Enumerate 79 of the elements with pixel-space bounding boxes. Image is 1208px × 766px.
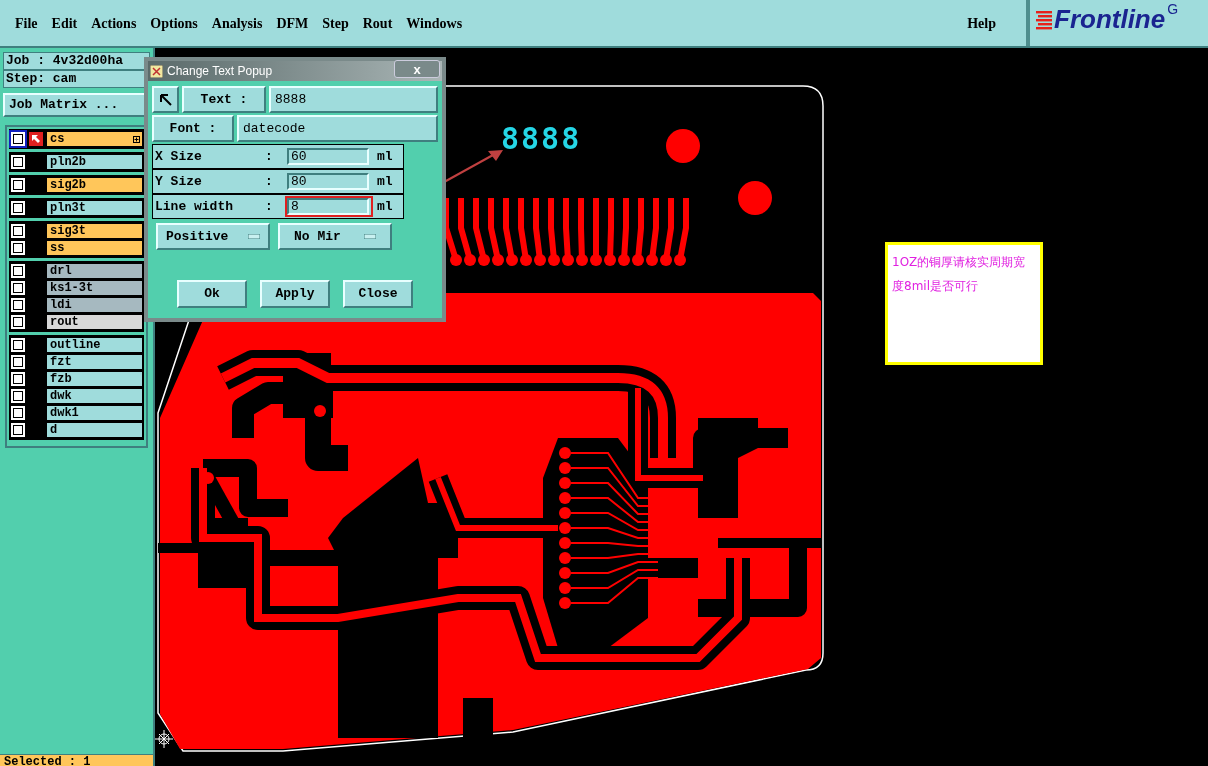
layer-name[interactable]: fzt: [47, 355, 142, 369]
menu-item[interactable]: Actions: [91, 12, 137, 34]
window-close-button[interactable]: x: [394, 60, 440, 78]
layer-checkbox[interactable]: [11, 201, 25, 215]
menu-item[interactable]: Analysis: [211, 12, 263, 34]
layer-checkbox[interactable]: [11, 423, 25, 437]
layer-name[interactable]: rout: [47, 315, 142, 329]
layer-name[interactable]: ldi: [47, 298, 142, 312]
unit-label: ml: [377, 172, 393, 191]
layer-checkbox[interactable]: [11, 224, 25, 238]
size-input-field[interactable]: 80: [287, 173, 369, 190]
menu-item[interactable]: Edit: [51, 12, 78, 34]
field-label: X Size: [155, 147, 203, 166]
menu-item[interactable]: Step: [322, 12, 349, 34]
field-label: Line width: [155, 197, 234, 216]
menu-item[interactable]: DFM: [276, 12, 309, 34]
expand-icon[interactable]: [133, 135, 140, 143]
layer-name[interactable]: dwk1: [47, 406, 142, 420]
layer-name[interactable]: cs: [47, 132, 142, 146]
logo-corner-text: G: [1167, 2, 1179, 16]
unit-label: ml: [377, 197, 393, 216]
layer-checkbox[interactable]: [11, 315, 25, 329]
field-colon: :: [265, 172, 274, 191]
field-label: Y Size: [155, 172, 203, 191]
layer-checkbox[interactable]: [11, 389, 25, 403]
unit-label: ml: [377, 147, 393, 166]
dialog-button[interactable]: Apply: [260, 280, 330, 308]
layer-name[interactable]: d: [47, 423, 142, 437]
size-input-field[interactable]: 8: [287, 198, 369, 215]
layer-checkbox[interactable]: [11, 155, 25, 169]
layer-checkbox[interactable]: [11, 298, 25, 312]
layer-name[interactable]: pln3t: [47, 201, 142, 215]
option-indicator-icon: [364, 234, 376, 239]
menu-item[interactable]: Rout: [362, 12, 393, 34]
job-label: Job : 4v32d00ha: [3, 52, 150, 70]
pick-arrow-button[interactable]: [152, 86, 179, 113]
text-label-button[interactable]: Text :: [182, 86, 266, 113]
layer-checkbox[interactable]: [11, 178, 25, 192]
field-colon: :: [265, 147, 274, 166]
menu-item[interactable]: Options: [150, 12, 198, 34]
menu-item[interactable]: File: [15, 12, 38, 34]
dialog-button[interactable]: Close: [343, 280, 413, 308]
layer-name[interactable]: ss: [47, 241, 142, 255]
text-input-field[interactable]: 8888: [269, 86, 438, 113]
layer-name[interactable]: outline: [47, 338, 142, 352]
dialog-title: Change Text Popup: [167, 63, 274, 80]
layer-checkbox[interactable]: [11, 372, 25, 386]
datecode-text: 8888: [501, 124, 582, 154]
layer-checkbox[interactable]: [11, 281, 25, 295]
layer-name[interactable]: sig3t: [47, 224, 142, 238]
crosshair-icon: [155, 730, 173, 748]
help-menu[interactable]: Help: [967, 12, 996, 34]
field-colon: :: [265, 197, 274, 216]
layer-name[interactable]: sig2b: [47, 178, 142, 192]
status-bar: Selected : 1: [0, 754, 153, 766]
layer-name[interactable]: ks1-3t: [47, 281, 142, 295]
layer-checkbox[interactable]: [11, 132, 25, 146]
polarity-dropdown[interactable]: Positive: [156, 223, 270, 250]
layer-checkbox[interactable]: [11, 355, 25, 369]
layer-name[interactable]: drl: [47, 264, 142, 278]
layer-checkbox[interactable]: [11, 406, 25, 420]
size-input-field[interactable]: 60: [287, 148, 369, 165]
note-text: 1OZ的铜厚请核实周期宽度8mil是否可行: [892, 255, 1026, 293]
logo-speed-lines-icon: [1036, 10, 1052, 30]
dialog-button[interactable]: Ok: [177, 280, 247, 308]
mirror-dropdown[interactable]: No Mir: [278, 223, 392, 250]
layer-checkbox[interactable]: [11, 264, 25, 278]
font-input-field[interactable]: datecode: [237, 115, 438, 142]
option-indicator-icon: [248, 234, 260, 239]
font-label-button[interactable]: Font :: [152, 115, 234, 142]
arrow-pointer-icon: [158, 92, 173, 107]
logo-text: Frontline: [1054, 6, 1166, 32]
layer-name[interactable]: pln2b: [47, 155, 142, 169]
menu-item[interactable]: Windows: [406, 12, 463, 34]
layer-checkbox[interactable]: [11, 338, 25, 352]
window-icon: [150, 64, 163, 78]
layer-name[interactable]: dwk: [47, 389, 142, 403]
layer-name[interactable]: fzb: [47, 372, 142, 386]
layer-checkbox[interactable]: [11, 241, 25, 255]
